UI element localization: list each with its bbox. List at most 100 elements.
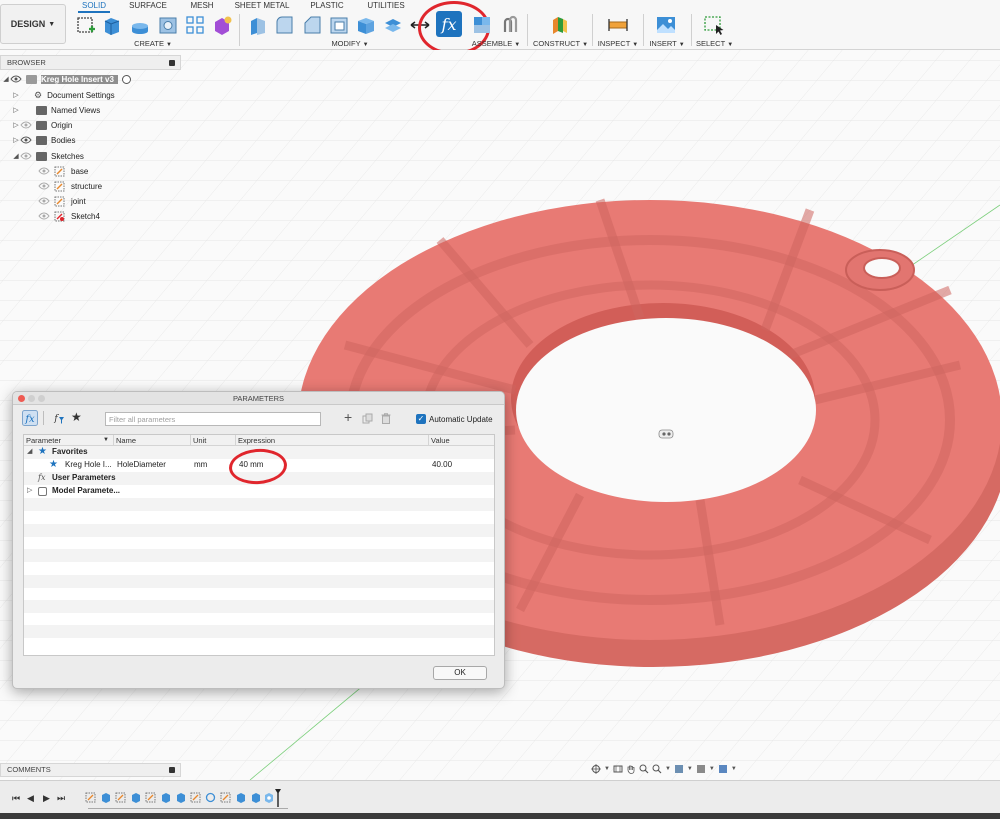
expand-triangle-icon[interactable]: ▷ <box>12 91 20 99</box>
step-forward-icon[interactable]: ⏭ <box>57 793 65 804</box>
timeline-extrude-icon[interactable] <box>175 792 186 803</box>
tab-sheet-metal[interactable]: SHEET METAL <box>233 0 291 11</box>
viewports-icon[interactable] <box>718 764 728 774</box>
origin-marker[interactable] <box>658 429 674 439</box>
construct-menu[interactable]: CONSTRUCT ▼ <box>533 39 588 49</box>
extrude-icon[interactable] <box>101 14 123 36</box>
timeline-pattern-icon[interactable] <box>205 792 216 803</box>
eye-icon[interactable] <box>10 75 22 83</box>
insert-image-icon[interactable] <box>655 14 677 36</box>
chevron-down-icon[interactable]: ▼ <box>665 766 671 772</box>
tree-item-bodies[interactable]: ▷ Bodies <box>12 133 75 147</box>
browser-header[interactable]: BROWSER <box>0 55 181 70</box>
chevron-down-icon[interactable]: ▼ <box>731 766 737 772</box>
timeline-sketch-icon[interactable] <box>115 792 126 803</box>
eye-icon[interactable] <box>20 121 32 129</box>
eye-icon[interactable] <box>38 182 50 190</box>
create-menu[interactable]: CREATE ▼ <box>120 39 186 49</box>
timeline-extrude-icon[interactable] <box>235 792 246 803</box>
add-parameter-plus-icon[interactable]: + <box>344 409 352 425</box>
tree-item-sketch-base[interactable]: base <box>38 164 88 178</box>
create-sketch-icon[interactable] <box>75 14 97 36</box>
rectangular-pattern-icon[interactable] <box>184 14 206 36</box>
insert-menu[interactable]: INSERT ▼ <box>648 39 686 49</box>
column-header-expression[interactable]: Expression <box>236 435 429 446</box>
split-body-icon[interactable] <box>382 14 404 36</box>
hole-icon[interactable] <box>157 14 179 36</box>
timeline-sketch-icon[interactable] <box>190 792 201 803</box>
minimize-window-button[interactable] <box>28 395 35 402</box>
timeline-sketch-icon[interactable] <box>85 792 96 803</box>
dialog-titlebar[interactable]: PARAMETERS <box>13 392 504 405</box>
new-component-icon[interactable] <box>471 14 493 36</box>
timeline-sketch-icon[interactable] <box>220 792 231 803</box>
orbit-icon[interactable] <box>591 764 601 774</box>
zoom-window-button[interactable] <box>38 395 45 402</box>
eye-icon[interactable] <box>20 152 32 160</box>
create-form-icon[interactable] <box>211 14 233 36</box>
unit-cell[interactable]: mm <box>194 459 207 472</box>
tree-item-sketch-joint[interactable]: joint <box>38 194 86 208</box>
function-fx-icon[interactable]: fx <box>22 410 38 426</box>
tree-item-sketches[interactable]: ◢ Sketches <box>12 149 84 163</box>
joint-icon[interactable] <box>499 14 521 36</box>
group-row-model-parameters[interactable]: ▷ Model Paramete... <box>24 485 494 498</box>
pan-hand-icon[interactable] <box>626 764 636 774</box>
collapse-triangle-icon[interactable]: ◢ <box>27 446 32 459</box>
play-icon[interactable]: ▶ <box>43 793 50 804</box>
filter-fx-icon[interactable]: f <box>51 411 65 425</box>
eye-icon[interactable] <box>20 136 32 144</box>
select-icon[interactable] <box>703 14 725 36</box>
timeline-extrude-icon[interactable] <box>160 792 171 803</box>
expand-triangle-icon[interactable]: ▷ <box>27 485 32 498</box>
column-header-unit[interactable]: Unit <box>191 435 236 446</box>
column-header-parameter[interactable]: Parameter ▼ <box>24 435 114 446</box>
collapse-icon[interactable] <box>169 60 175 66</box>
select-menu[interactable]: SELECT ▼ <box>696 39 733 49</box>
draft-icon[interactable] <box>355 14 377 36</box>
tab-utilities[interactable]: UTILITIES <box>364 0 408 11</box>
filter-parameters-input[interactable] <box>105 412 321 426</box>
workspace-switcher-button[interactable]: DESIGN ▼ <box>0 4 66 44</box>
zoom-icon[interactable] <box>639 764 649 774</box>
chevron-down-icon[interactable]: ▼ <box>709 766 715 772</box>
assemble-menu[interactable]: ASSEMBLE ▼ <box>470 39 522 49</box>
timeline-extrude-icon[interactable] <box>250 792 261 803</box>
trash-icon[interactable] <box>381 413 391 424</box>
expand-triangle-icon[interactable]: ▷ <box>12 106 20 114</box>
fit-zoom-icon[interactable] <box>652 764 662 774</box>
timeline-marker-handle[interactable] <box>275 789 281 807</box>
tree-item-named-views[interactable]: ▷ Named Views <box>12 103 100 117</box>
tab-plastic[interactable]: PLASTIC <box>307 0 347 11</box>
collapse-triangle-icon[interactable]: ◢ <box>12 152 20 160</box>
display-settings-icon[interactable] <box>674 764 684 774</box>
chevron-down-icon[interactable]: ▼ <box>103 435 109 446</box>
grid-snap-icon[interactable] <box>696 764 706 774</box>
offset-plane-icon[interactable] <box>549 14 571 36</box>
timeline-sketch-icon[interactable] <box>145 792 156 803</box>
comments-panel[interactable]: COMMENTS <box>0 763 181 777</box>
copy-icon[interactable] <box>362 413 373 424</box>
press-pull-icon[interactable] <box>247 14 269 36</box>
step-back-icon[interactable]: ◀ <box>27 793 34 804</box>
tree-item-sketch4[interactable]: Sketch4 <box>38 209 100 223</box>
look-at-icon[interactable] <box>613 764 623 774</box>
column-header-name[interactable]: Name <box>114 435 191 446</box>
eye-icon[interactable] <box>38 197 50 205</box>
inspect-menu[interactable]: INSPECT ▼ <box>597 39 639 49</box>
go-to-start-icon[interactable]: ⏮ <box>12 793 20 804</box>
collapse-icon[interactable] <box>169 767 175 773</box>
ok-button[interactable]: OK <box>433 666 487 680</box>
fillet-icon[interactable] <box>273 14 295 36</box>
tree-item-document-settings[interactable]: ▷ ⚙ Document Settings <box>12 88 114 102</box>
measure-icon[interactable] <box>607 14 629 36</box>
tree-item-origin[interactable]: ▷ Origin <box>12 118 72 132</box>
eye-icon[interactable] <box>38 212 50 220</box>
timeline-extrude-icon[interactable] <box>130 792 141 803</box>
tree-item-sketch-structure[interactable]: structure <box>38 179 102 193</box>
expand-triangle-icon[interactable]: ▷ <box>12 121 20 129</box>
chevron-down-icon[interactable]: ▼ <box>687 766 693 772</box>
timeline-extrude-icon[interactable] <box>100 792 111 803</box>
expand-triangle-icon[interactable]: ◢ <box>2 75 10 83</box>
automatic-update-checkbox[interactable]: ✓ Automatic Update <box>416 414 493 424</box>
